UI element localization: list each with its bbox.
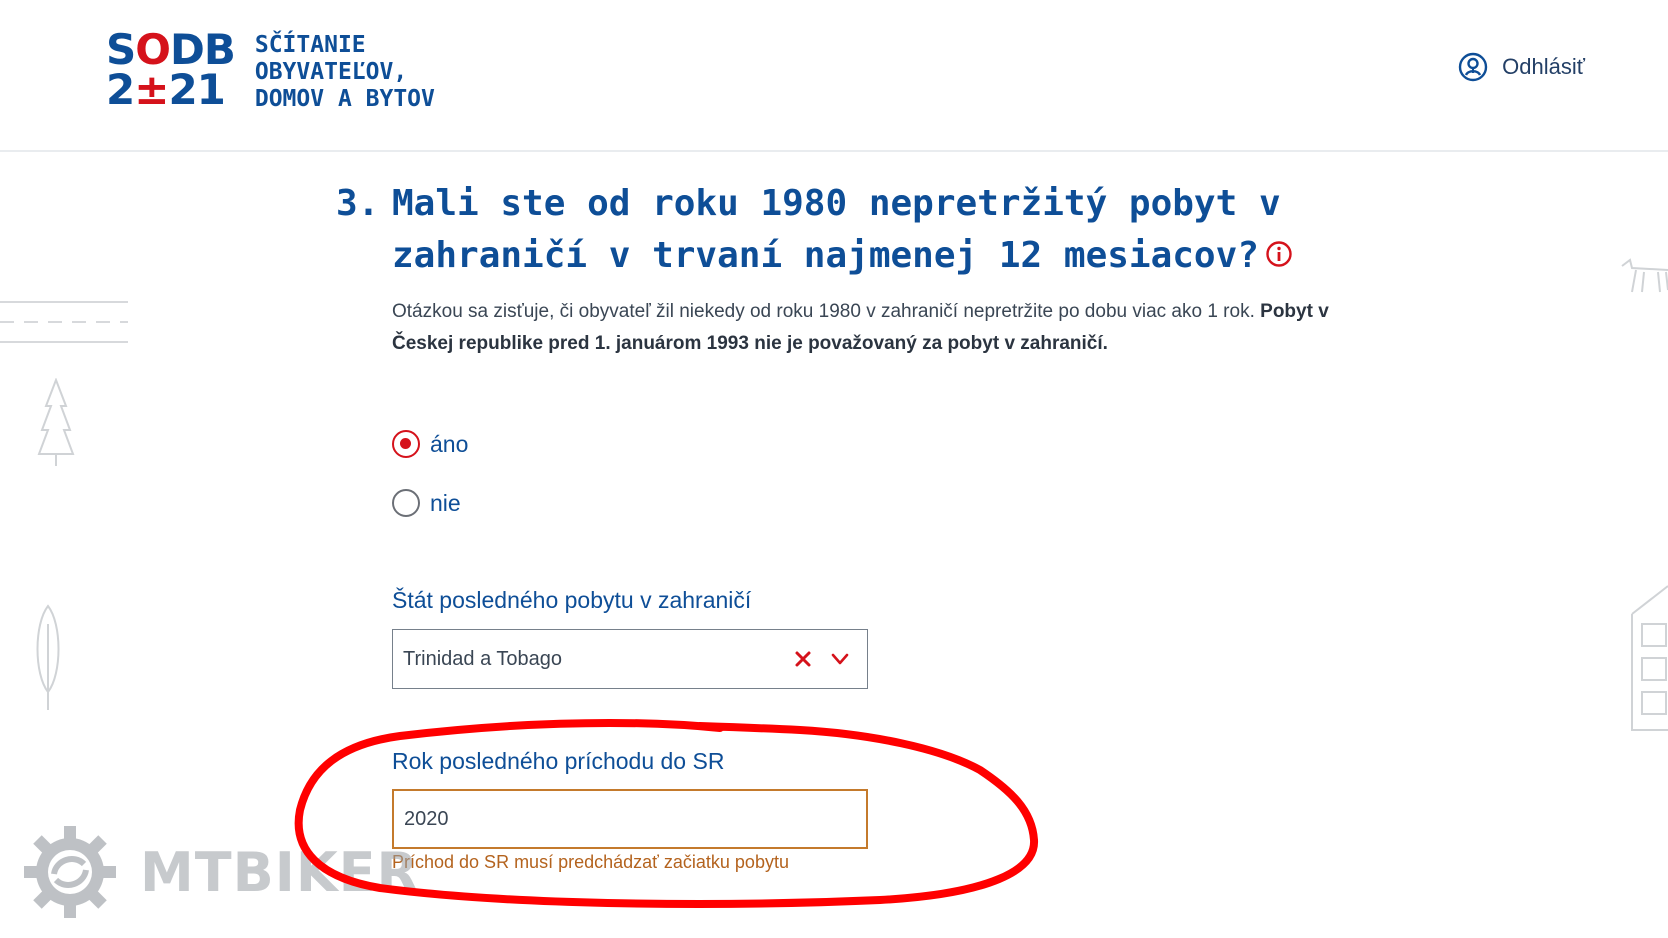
page-header: SODB 2±21 SČÍTANIE OBYVATEĽOV, DOMOV A B… [0, 0, 1668, 152]
question-title: Mali ste od roku 1980 nepretržitý pobyt … [392, 183, 1281, 276]
year-field-label: Rok posledného príchodu do SR [392, 748, 725, 774]
sodb-logo[interactable]: SODB 2±21 SČÍTANIE OBYVATEĽOV, DOMOV A B… [106, 25, 435, 114]
country-select-value: Trinidad a Tobago [403, 647, 563, 670]
clear-icon[interactable] [793, 649, 813, 669]
question-number: 3. [336, 183, 380, 224]
tree-illustration [37, 378, 75, 466]
year-error-message: Príchod do SR musí predchádzať začiatku … [392, 852, 789, 872]
logout-label: Odhlásiť [1502, 54, 1585, 79]
animal-illustration [1621, 258, 1668, 293]
poplar-illustration [36, 604, 60, 710]
radio-option-ano[interactable]: áno [392, 430, 468, 458]
mtbiker-watermark: MTBIKER [22, 824, 419, 920]
gear-logo-icon [24, 826, 116, 918]
building-illustration [1631, 585, 1668, 731]
question-title-wrap: Mali ste od roku 1980 nepretržitý pobyt … [392, 178, 1352, 282]
watermark-text: MTBIKER [140, 840, 420, 904]
description-text: Otázkou sa zisťuje, či obyvateľ žil niek… [392, 301, 1255, 322]
info-icon[interactable] [1265, 240, 1293, 268]
logout-button[interactable]: Odhlásiť [1458, 52, 1585, 82]
question-description: Otázkou sa zisťuje, či obyvateľ žil niek… [392, 296, 1392, 360]
radio-option-nie[interactable]: nie [392, 489, 461, 517]
road-illustration [0, 301, 128, 343]
radio-label-ano: áno [430, 430, 469, 457]
radio-button-ano[interactable] [392, 430, 420, 458]
year-input[interactable]: 2020 [392, 789, 868, 849]
country-select[interactable]: Trinidad a Tobago [392, 629, 868, 689]
user-circle-icon [1458, 52, 1488, 82]
radio-label-nie: nie [430, 489, 461, 516]
logo-text: SČÍTANIE OBYVATEĽOV, DOMOV A BYTOV [254, 32, 435, 112]
chevron-down-icon[interactable] [829, 648, 851, 670]
country-field-label: Štát posledného pobytu v zahraničí [392, 587, 752, 613]
radio-button-nie[interactable] [392, 489, 420, 517]
logo-mark: SODB 2±21 [106, 25, 236, 114]
